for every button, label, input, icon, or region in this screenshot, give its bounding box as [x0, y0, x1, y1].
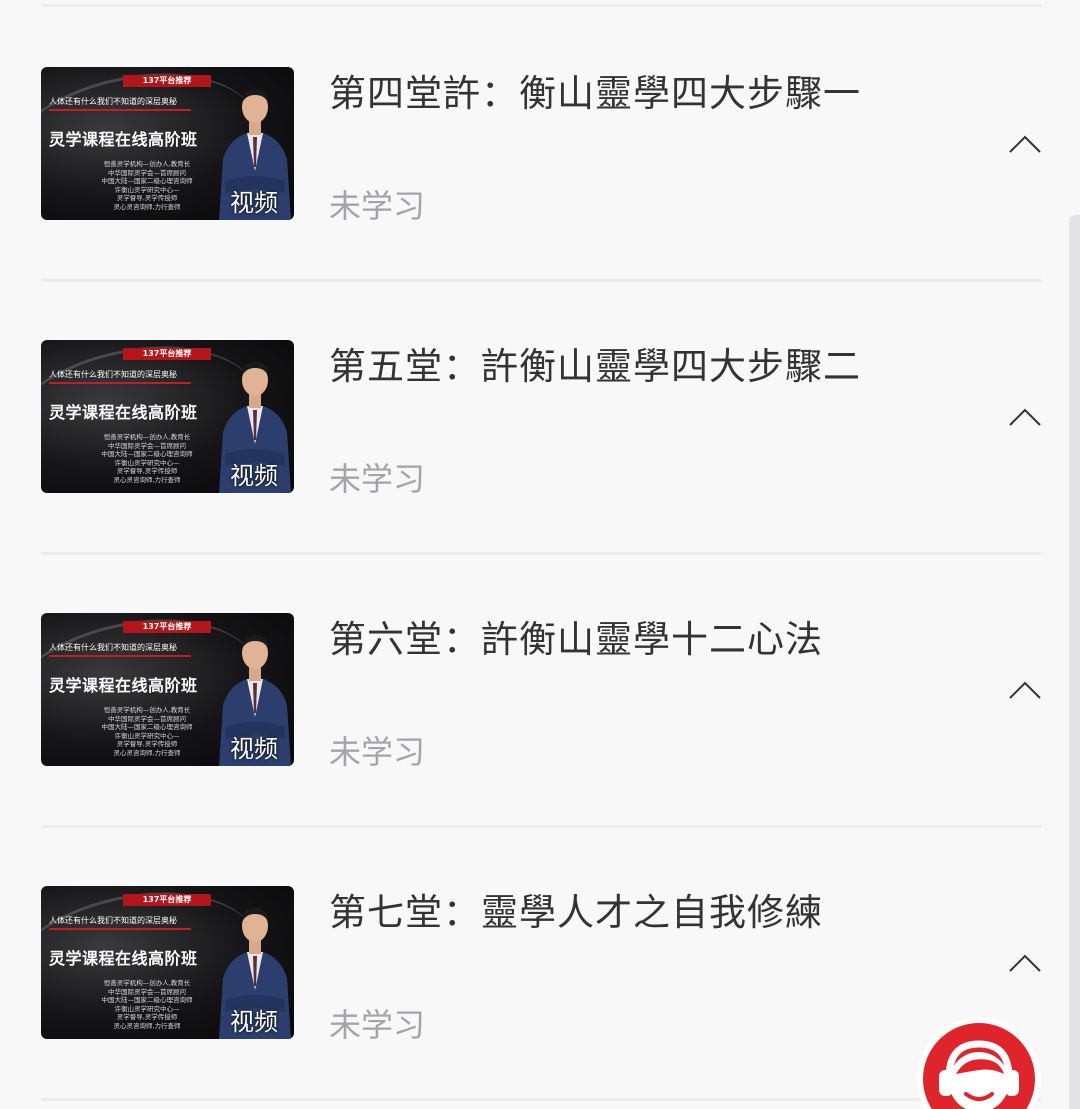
credit-line: 恒善灵学机构—创办人,教育长	[103, 706, 191, 714]
video-label: 视频	[230, 735, 278, 763]
thumbnail-underline	[49, 382, 191, 384]
thumbnail-credits: 恒善灵学机构—创办人,教育长 中华国际灵学会—首席顾问 中国大陆—国家二级心理咨…	[77, 160, 217, 212]
lesson-thumbnail[interactable]: 137平台推荐 人体还有什么我们不知道的深层奥秘 灵学课程在线高阶班 恒善灵学机…	[41, 67, 294, 220]
thumbnail-tagline: 人体还有什么我们不知道的深层奥秘	[49, 916, 177, 925]
thumbnail-heading: 灵学课程在线高阶班	[49, 676, 198, 695]
thumbnail-underline	[49, 928, 191, 930]
lesson-status: 未学习	[329, 187, 426, 225]
credit-line: 中国大陆—国家二级心理咨询师	[101, 450, 193, 459]
lesson-thumbnail[interactable]: 137平台推荐 人体还有什么我们不知道的深层奥秘 灵学课程在线高阶班 恒善灵学机…	[41, 613, 294, 766]
thumbnail-underline	[49, 109, 191, 111]
thumbnail-heading: 灵学课程在线高阶班	[49, 949, 198, 968]
thumbnail-tagline: 人体还有什么我们不知道的深层奥秘	[49, 643, 177, 652]
video-label: 视频	[230, 189, 278, 217]
lesson-list-page: 137平台推荐 人体还有什么我们不知道的深层奥秘 灵学课程在线高阶班 恒善灵学机…	[0, 0, 1080, 1109]
credit-line: 灵学督导,灵学传授师	[116, 467, 178, 476]
lesson-status: 未学习	[329, 460, 426, 498]
lesson-status: 未学习	[329, 733, 426, 771]
credit-line: 中国大陆—国家二级心理咨询师	[101, 723, 193, 732]
lesson-title[interactable]: 第六堂：許衡山靈學十二心法	[329, 612, 869, 667]
thumbnail-badge: 137平台推荐	[123, 75, 211, 87]
lesson-title[interactable]: 第五堂：許衡山靈學四大步驟二	[329, 339, 869, 394]
thumbnail-credits: 恒善灵学机构—创办人,教育长 中华国际灵学会—首席顾问 中国大陆—国家二级心理咨…	[77, 433, 217, 485]
thumbnail-badge: 137平台推荐	[123, 621, 211, 633]
chevron-up-icon[interactable]	[1008, 133, 1042, 155]
divider	[41, 1098, 1041, 1101]
lesson-thumbnail[interactable]: 137平台推荐 人体还有什么我们不知道的深层奥秘 灵学课程在线高阶班 恒善灵学机…	[41, 340, 294, 493]
lesson-item[interactable]: 137平台推荐 人体还有什么我们不知道的深层奥秘 灵学课程在线高阶班 恒善灵学机…	[0, 279, 1080, 552]
thumbnail-underline	[49, 655, 191, 657]
credit-line: 恒善灵学机构—创办人,教育长	[103, 160, 191, 168]
thumbnail-heading: 灵学课程在线高阶班	[49, 130, 198, 149]
lesson-status: 未学习	[329, 1006, 426, 1044]
credit-line: 中华国际灵学会—首席顾问	[108, 987, 186, 996]
thumbnail-heading: 灵学课程在线高阶班	[49, 403, 198, 422]
credit-line: 灵学督导,灵学传授师	[116, 740, 178, 749]
credit-line: 中国大陆—国家二级心理咨询师	[101, 177, 193, 186]
chevron-up-icon[interactable]	[1008, 679, 1042, 701]
credit-line: 灵心灵咨询师,力行查师	[113, 748, 181, 757]
credit-line: 中华国际灵学会—首席顾问	[108, 714, 186, 723]
lesson-item[interactable]: 137平台推荐 人体还有什么我们不知道的深层奥秘 灵学课程在线高阶班 恒善灵学机…	[0, 6, 1080, 279]
lesson-title[interactable]: 第四堂許：衡山靈學四大步驟一	[329, 66, 869, 121]
customer-service-icon[interactable]	[916, 1016, 1042, 1109]
thumbnail-credits: 恒善灵学机构—创办人,教育长 中华国际灵学会—首席顾问 中国大陆—国家二级心理咨…	[77, 979, 217, 1031]
thumbnail-badge: 137平台推荐	[123, 894, 211, 906]
credit-line: 恒善灵学机构—创办人,教育长	[103, 433, 191, 441]
lesson-item[interactable]: 137平台推荐 人体还有什么我们不知道的深层奥秘 灵学课程在线高阶班 恒善灵学机…	[0, 552, 1080, 825]
thumbnail-credits: 恒善灵学机构—创办人,教育长 中华国际灵学会—首席顾问 中国大陆—国家二级心理咨…	[77, 706, 217, 758]
credit-line: 恒善灵学机构—创办人,教育长	[103, 979, 191, 987]
thumbnail-badge: 137平台推荐	[123, 348, 211, 360]
credit-line: 中国大陆—国家二级心理咨询师	[101, 996, 193, 1005]
credit-line: 灵心灵咨询师,力行查师	[113, 475, 181, 484]
video-label: 视频	[230, 462, 278, 490]
thumbnail-tagline: 人体还有什么我们不知道的深层奥秘	[49, 97, 177, 106]
scrollbar[interactable]	[1069, 215, 1080, 1109]
credit-line: 灵学督导,灵学传授师	[116, 194, 178, 203]
lesson-title[interactable]: 第七堂：靈學人才之自我修練	[329, 885, 869, 940]
chevron-up-icon[interactable]	[1008, 952, 1042, 974]
lesson-thumbnail[interactable]: 137平台推荐 人体还有什么我们不知道的深层奥秘 灵学课程在线高阶班 恒善灵学机…	[41, 886, 294, 1039]
credit-line: 灵心灵咨询师,力行查师	[113, 1021, 181, 1030]
credit-line: 灵学督导,灵学传授师	[116, 1013, 178, 1022]
credit-line: 中华国际灵学会—首席顾问	[108, 168, 186, 177]
chevron-up-icon[interactable]	[1008, 406, 1042, 428]
credit-line: 中华国际灵学会—首席顾问	[108, 441, 186, 450]
video-label: 视频	[230, 1008, 278, 1036]
credit-line: 灵心灵咨询师,力行查师	[113, 202, 181, 211]
thumbnail-tagline: 人体还有什么我们不知道的深层奥秘	[49, 370, 177, 379]
